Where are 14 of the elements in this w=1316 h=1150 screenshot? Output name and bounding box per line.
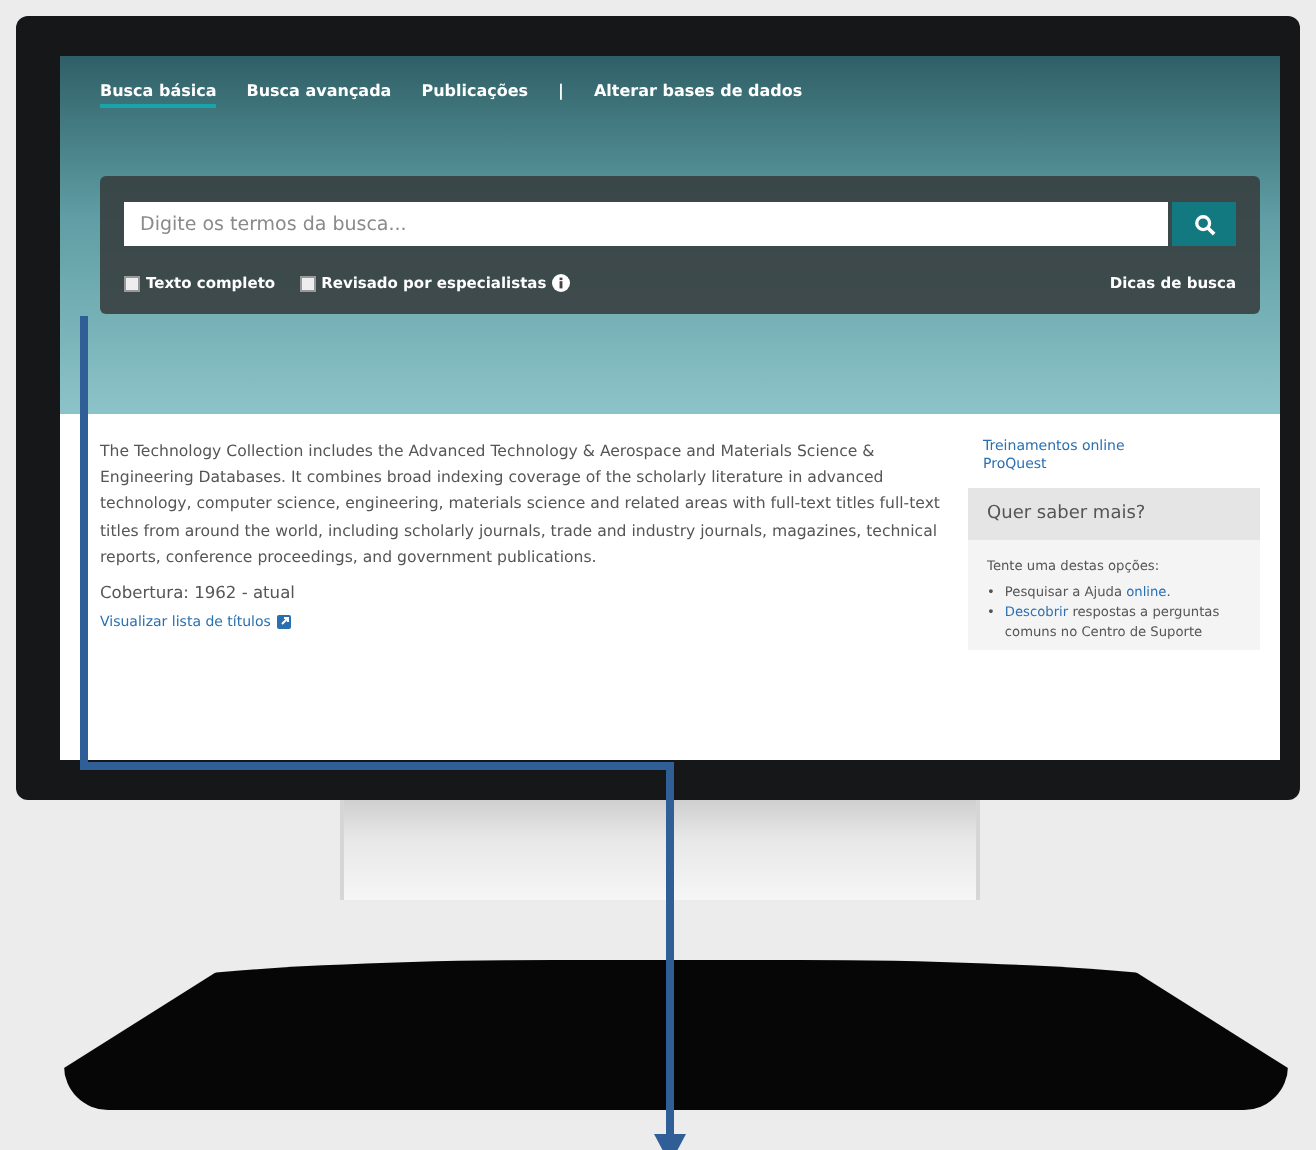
search-icon bbox=[1193, 213, 1215, 235]
nav-link[interactable]: Alterar bases de dados bbox=[593, 81, 803, 107]
search-field[interactable]: Digite os termos da busca... bbox=[124, 202, 1168, 246]
checkbox[interactable] bbox=[124, 275, 140, 291]
coverage-text: Cobertura: 1962 - atual bbox=[100, 582, 297, 603]
search-button[interactable] bbox=[1172, 202, 1236, 246]
external-link-icon bbox=[276, 614, 293, 631]
nav-tab[interactable]: Publicações bbox=[421, 81, 529, 107]
checkbox[interactable] bbox=[299, 275, 316, 291]
nav-tab[interactable]: Busca avançada bbox=[246, 81, 392, 107]
nav-divider: | bbox=[558, 81, 564, 104]
panel-heading: Quer saber mais? bbox=[967, 488, 1260, 540]
info-icon[interactable] bbox=[552, 274, 571, 292]
nav-tab[interactable]: Busca básica bbox=[100, 81, 217, 107]
